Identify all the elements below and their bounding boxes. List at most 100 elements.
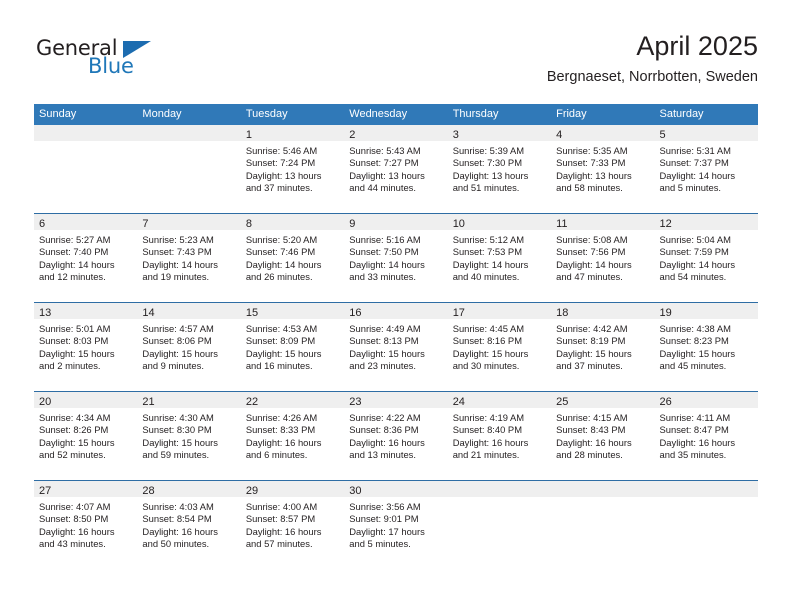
day-detail-line: Sunset: 8:47 PM	[659, 424, 729, 436]
day-cell[interactable]: 22 Sunrise: 4:26 AM Sunset: 8:33 PM Dayligh…	[240, 392, 345, 480]
day-number: 8	[245, 218, 252, 230]
day-cell[interactable]: 19 Sunrise: 4:38 AM Sunset: 8:23 PM Dayligh…	[654, 303, 758, 391]
day-cell[interactable]: 15 Sunrise: 4:53 AM Sunset: 8:09 PM Dayligh…	[240, 303, 345, 391]
day-detail-line: and 54 minutes.	[659, 270, 727, 282]
day-number-band: 30	[344, 481, 448, 497]
day-details: Sunrise: 5:16 AM Sunset: 7:50 PM Daylight:…	[344, 230, 447, 283]
day-cell[interactable]: 26 Sunrise: 4:11 AM Sunset: 8:47 PM Dayligh…	[654, 392, 758, 480]
day-detail-line: Daylight: 14 hours	[556, 258, 632, 270]
day-cell[interactable]: 20 Sunrise: 4:34 AM Sunset: 8:26 PM Dayligh…	[34, 392, 138, 480]
day-detail-line: Daylight: 14 hours	[659, 258, 736, 270]
day-detail-line: Sunset: 7:33 PM	[556, 157, 626, 169]
day-number: 5	[659, 129, 666, 141]
day-number: 13	[39, 307, 52, 319]
day-cell[interactable]: 1 Sunrise: 5:46 AM Sunset: 7:24 PM Daylight…	[240, 125, 345, 213]
day-cell[interactable]: 23 Sunrise: 4:22 AM Sunset: 8:36 PM Dayligh…	[344, 392, 448, 480]
day-number: 19	[659, 307, 672, 319]
day-details: Sunrise: 5:46 AM Sunset: 7:24 PM Daylight:…	[241, 141, 344, 194]
day-number-band: 18	[551, 303, 655, 319]
day-details: Sunrise: 4:42 AM Sunset: 8:19 PM Daylight:…	[551, 319, 654, 372]
location-subtitle: Bergnaeset, Norrbotten, Sweden	[546, 69, 758, 85]
day-detail-line: Daylight: 17 hours	[349, 525, 425, 537]
day-number-band: 20	[34, 392, 138, 408]
day-cell[interactable]: 30 Sunrise: 3:56 AM Sunset: 9:01 PM Dayligh…	[344, 481, 448, 569]
day-cell[interactable]: 13 Sunrise: 5:01 AM Sunset: 8:03 PM Dayligh…	[34, 303, 138, 391]
day-number: 16	[349, 307, 362, 319]
day-number-band: 6	[34, 214, 138, 230]
day-cell[interactable]: 10 Sunrise: 5:12 AM Sunset: 7:53 PM Dayligh…	[447, 214, 552, 302]
day-detail-line: Sunset: 7:30 PM	[452, 157, 522, 169]
day-number-band: 22	[240, 392, 345, 408]
day-cell[interactable]: 3 Sunrise: 5:39 AM Sunset: 7:30 PM Daylight…	[447, 125, 552, 213]
day-detail-line: Sunset: 7:43 PM	[142, 246, 212, 258]
day-number-band: 24	[447, 392, 552, 408]
day-number-band: 9	[344, 214, 448, 230]
day-number: 18	[556, 307, 569, 319]
calendar-weeks: 1 Sunrise: 5:46 AM Sunset: 7:24 PM Daylight…	[34, 125, 758, 569]
day-cell[interactable]: 18 Sunrise: 4:42 AM Sunset: 8:19 PM Dayligh…	[551, 303, 655, 391]
day-number-band: 3	[447, 125, 552, 141]
day-detail-line: and 37 minutes.	[245, 181, 313, 193]
day-detail-line: Sunrise: 4:00 AM	[245, 501, 318, 512]
day-detail-line: Sunset: 7:46 PM	[245, 246, 316, 258]
day-cell[interactable]: 14 Sunrise: 4:57 AM Sunset: 8:06 PM Dayligh…	[137, 303, 241, 391]
day-detail-line: Daylight: 15 hours	[39, 436, 115, 448]
general-blue-logo[interactable]: General Blue	[36, 36, 196, 88]
day-detail-line: Sunrise: 4:42 AM	[556, 323, 628, 334]
calendar-week-row: 13 Sunrise: 5:01 AM Sunset: 8:03 PM Dayligh…	[34, 303, 758, 392]
day-number-band	[447, 481, 552, 497]
day-number: 28	[142, 485, 155, 497]
day-details: Sunrise: 4:22 AM Sunset: 8:36 PM Daylight:…	[344, 408, 447, 461]
page-header: General Blue April 2025 Bergnaeset, Norr…	[34, 30, 758, 96]
day-detail-line: Sunset: 8:36 PM	[349, 424, 419, 436]
weekday-header-friday: Friday	[556, 108, 587, 120]
day-cell-empty	[447, 481, 552, 569]
day-number-band: 16	[344, 303, 448, 319]
day-cell[interactable]: 11 Sunrise: 5:08 AM Sunset: 7:56 PM Dayligh…	[551, 214, 655, 302]
day-cell[interactable]: 29 Sunrise: 4:00 AM Sunset: 8:57 PM Dayligh…	[240, 481, 345, 569]
day-number-band: 2	[344, 125, 448, 141]
day-details: Sunrise: 4:34 AM Sunset: 8:26 PM Daylight:…	[34, 408, 137, 461]
day-detail-line: and 47 minutes.	[556, 270, 623, 282]
day-details: Sunrise: 5:39 AM Sunset: 7:30 PM Daylight:…	[448, 141, 551, 194]
day-cell[interactable]: 8 Sunrise: 5:20 AM Sunset: 7:46 PM Daylight…	[240, 214, 345, 302]
day-details: Sunrise: 5:43 AM Sunset: 7:27 PM Daylight:…	[344, 141, 447, 194]
day-cell[interactable]: 28 Sunrise: 4:03 AM Sunset: 8:54 PM Dayligh…	[137, 481, 241, 569]
day-number-band: 10	[447, 214, 552, 230]
calendar-page: General Blue April 2025 Bergnaeset, Norr…	[0, 0, 792, 612]
day-cell[interactable]: 24 Sunrise: 4:19 AM Sunset: 8:40 PM Dayligh…	[447, 392, 552, 480]
day-detail-line: Sunset: 8:33 PM	[245, 424, 316, 436]
day-detail-line: and 5 minutes.	[659, 181, 722, 193]
day-number: 9	[349, 218, 356, 230]
day-cell[interactable]: 21 Sunrise: 4:30 AM Sunset: 8:30 PM Dayligh…	[137, 392, 241, 480]
day-cell[interactable]: 12 Sunrise: 5:04 AM Sunset: 7:59 PM Dayligh…	[654, 214, 758, 302]
day-details: Sunrise: 5:01 AM Sunset: 8:03 PM Daylight:…	[34, 319, 137, 372]
day-cell[interactable]: 16 Sunrise: 4:49 AM Sunset: 8:13 PM Dayligh…	[344, 303, 448, 391]
day-detail-line: and 58 minutes.	[556, 181, 623, 193]
day-cell[interactable]: 6 Sunrise: 5:27 AM Sunset: 7:40 PM Daylight…	[34, 214, 138, 302]
day-detail-line: Sunset: 8:06 PM	[142, 335, 212, 347]
day-number-band: 5	[654, 125, 758, 141]
day-details: Sunrise: 4:38 AM Sunset: 8:23 PM Daylight:…	[655, 319, 758, 372]
day-number: 23	[349, 396, 362, 408]
day-number-band: 19	[654, 303, 758, 319]
day-detail-line: Sunrise: 4:03 AM	[142, 501, 214, 512]
day-detail-line: and 45 minutes.	[659, 359, 727, 371]
day-cell[interactable]: 17 Sunrise: 4:45 AM Sunset: 8:16 PM Dayligh…	[447, 303, 552, 391]
day-cell[interactable]: 25 Sunrise: 4:15 AM Sunset: 8:43 PM Dayligh…	[551, 392, 655, 480]
day-details: Sunrise: 5:08 AM Sunset: 7:56 PM Daylight:…	[551, 230, 654, 283]
day-detail-line: Sunset: 8:40 PM	[452, 424, 522, 436]
day-detail-line: Daylight: 15 hours	[142, 347, 218, 359]
day-detail-line: and 26 minutes.	[245, 270, 313, 282]
day-detail-line: Sunrise: 3:56 AM	[349, 501, 421, 512]
day-cell[interactable]: 5 Sunrise: 5:31 AM Sunset: 7:37 PM Daylight…	[654, 125, 758, 213]
day-detail-line: Daylight: 13 hours	[452, 169, 529, 181]
day-detail-line: Daylight: 14 hours	[349, 258, 425, 270]
title-block: April 2025 Bergnaeset, Norrbotten, Swede…	[547, 30, 758, 86]
day-cell[interactable]: 7 Sunrise: 5:23 AM Sunset: 7:43 PM Daylight…	[137, 214, 241, 302]
day-number-band	[654, 481, 758, 497]
day-cell[interactable]: 4 Sunrise: 5:35 AM Sunset: 7:33 PM Daylight…	[551, 125, 655, 213]
day-cell[interactable]: 2 Sunrise: 5:43 AM Sunset: 7:27 PM Daylight…	[344, 125, 448, 213]
day-cell[interactable]: 27 Sunrise: 4:07 AM Sunset: 8:50 PM Dayligh…	[34, 481, 138, 569]
day-cell[interactable]: 9 Sunrise: 5:16 AM Sunset: 7:50 PM Daylight…	[344, 214, 448, 302]
